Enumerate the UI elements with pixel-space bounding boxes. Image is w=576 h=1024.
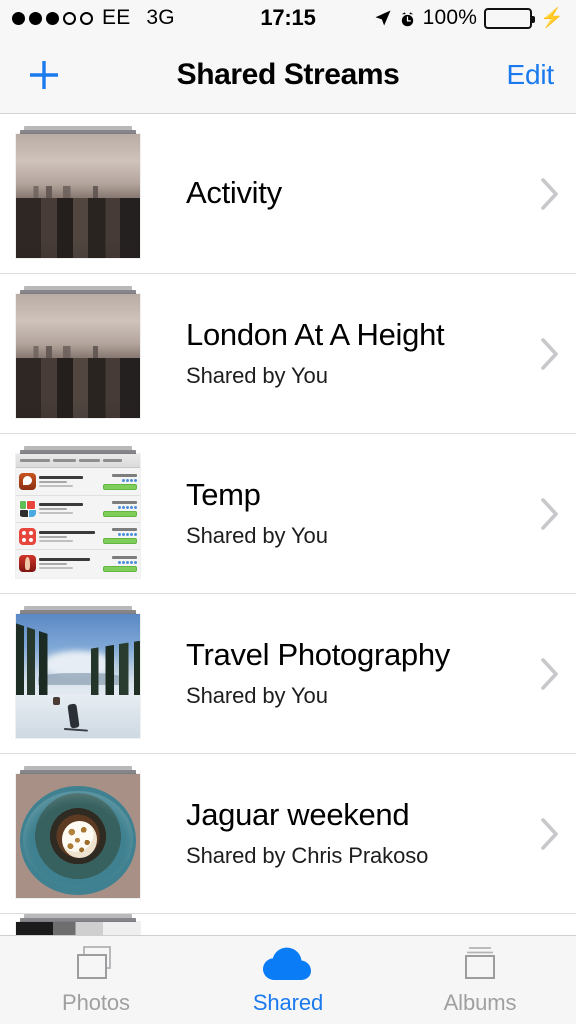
thumbnail-image-partial <box>16 922 140 935</box>
app-icon-picplaypost <box>19 500 36 518</box>
app-store-app-row <box>16 523 140 551</box>
stream-thumbnail <box>16 914 140 935</box>
chevron-right-icon[interactable] <box>526 817 576 851</box>
table-row[interactable]: Travel Photography Shared by You <box>0 594 576 754</box>
app-store-app-row <box>16 496 140 523</box>
stream-title: Jaguar weekend <box>186 797 410 833</box>
row-text-block: Travel Photography Shared by You <box>140 638 526 708</box>
chevron-right-icon[interactable] <box>526 497 576 531</box>
chevron-right-icon[interactable] <box>526 657 576 691</box>
stream-subtitle: Shared by You <box>186 362 328 388</box>
stream-thumbnail <box>16 765 140 902</box>
tab-label-photos: Photos <box>62 990 130 1015</box>
table-row[interactable]: Jaguar weekend Shared by Chris Prakoso <box>0 754 576 914</box>
tab-bar: Photos Shared Albums <box>0 935 576 1024</box>
stream-thumbnail <box>16 285 140 422</box>
table-row-partial[interactable] <box>0 914 576 935</box>
location-arrow-icon <box>374 9 392 27</box>
shared-streams-list[interactable]: Activity London At A Height Shared by Yo… <box>0 114 576 935</box>
app-store-app-row <box>16 468 140 496</box>
navigation-bar: Shared Streams Edit <box>0 36 576 114</box>
stream-title: Temp <box>186 477 261 513</box>
tab-label-albums: Albums <box>443 990 517 1015</box>
signal-strength-dots <box>12 11 93 25</box>
alarm-clock-icon <box>399 10 416 27</box>
signal-dot-2 <box>29 11 42 25</box>
carrier-name: EE <box>102 6 131 29</box>
cloud-icon <box>260 944 316 984</box>
table-row[interactable]: Temp Shared by You <box>0 434 576 594</box>
app-icon-halftone <box>19 473 36 490</box>
tab-photos[interactable]: Photos <box>0 944 192 1016</box>
network-type: 3G <box>146 6 175 29</box>
stream-thumbnail <box>16 605 140 742</box>
row-text-block: Jaguar weekend Shared by Chris Prakoso <box>140 798 526 868</box>
status-bar: EE 3G 17:15 100% ⚡ <box>0 0 576 36</box>
add-shared-stream-button[interactable] <box>22 53 66 97</box>
row-text-block: London At A Height Shared by You <box>140 318 526 388</box>
app-icon-mosadeco <box>19 527 36 545</box>
battery-icon <box>484 7 536 29</box>
stream-subtitle: Shared by You <box>186 682 328 708</box>
tab-albums[interactable]: Albums <box>384 944 576 1016</box>
thumbnail-image-app-store-list-screenshot <box>16 453 140 578</box>
table-row[interactable]: London At A Height Shared by You <box>0 274 576 434</box>
tab-label-shared: Shared <box>252 990 324 1015</box>
thumbnail-image-london-skyline-sepia <box>16 293 140 418</box>
app-store-nav-strip <box>16 453 140 469</box>
page-title: Shared Streams <box>176 57 400 91</box>
stream-title: Activity <box>186 175 282 211</box>
photos-app-screen: EE 3G 17:15 100% ⚡ Shared Streams Edit A… <box>0 0 576 1024</box>
tab-shared[interactable]: Shared <box>192 944 384 1016</box>
stream-title: Travel Photography <box>186 637 450 673</box>
battery-nub <box>532 15 536 23</box>
stream-thumbnail <box>16 445 140 582</box>
battery-percentage: 100% <box>422 6 478 29</box>
thumbnail-image-london-skyline-sepia <box>16 133 140 258</box>
app-icon-vector-illustrator <box>19 555 36 573</box>
albums-icon <box>458 944 502 984</box>
stream-title: London At A Height <box>186 317 445 353</box>
stream-subtitle: Shared by You <box>186 522 328 548</box>
thumbnail-image-snowy-mountain-skier <box>16 613 140 738</box>
row-text-block: Temp Shared by You <box>140 478 526 548</box>
stream-subtitle: Shared by Chris Prakoso <box>186 842 429 868</box>
status-bar-left: EE 3G <box>12 6 175 30</box>
status-bar-right: 100% ⚡ <box>374 6 564 30</box>
signal-dot-1 <box>12 11 25 25</box>
row-text-block: Activity <box>140 176 526 210</box>
thumbnail-image-teal-bowl-dessert <box>16 773 140 898</box>
signal-dot-4 <box>63 11 76 25</box>
signal-dot-5 <box>80 11 93 25</box>
lightning-bolt-icon: ⚡ <box>540 8 564 29</box>
stream-thumbnail <box>16 125 140 262</box>
edit-button[interactable]: Edit <box>507 59 555 91</box>
photos-stack-icon <box>74 944 118 984</box>
signal-dot-3 <box>46 11 59 25</box>
chevron-right-icon[interactable] <box>526 337 576 371</box>
app-store-app-row <box>16 550 140 577</box>
table-row[interactable]: Activity <box>0 114 576 274</box>
chevron-right-icon[interactable] <box>526 177 576 211</box>
